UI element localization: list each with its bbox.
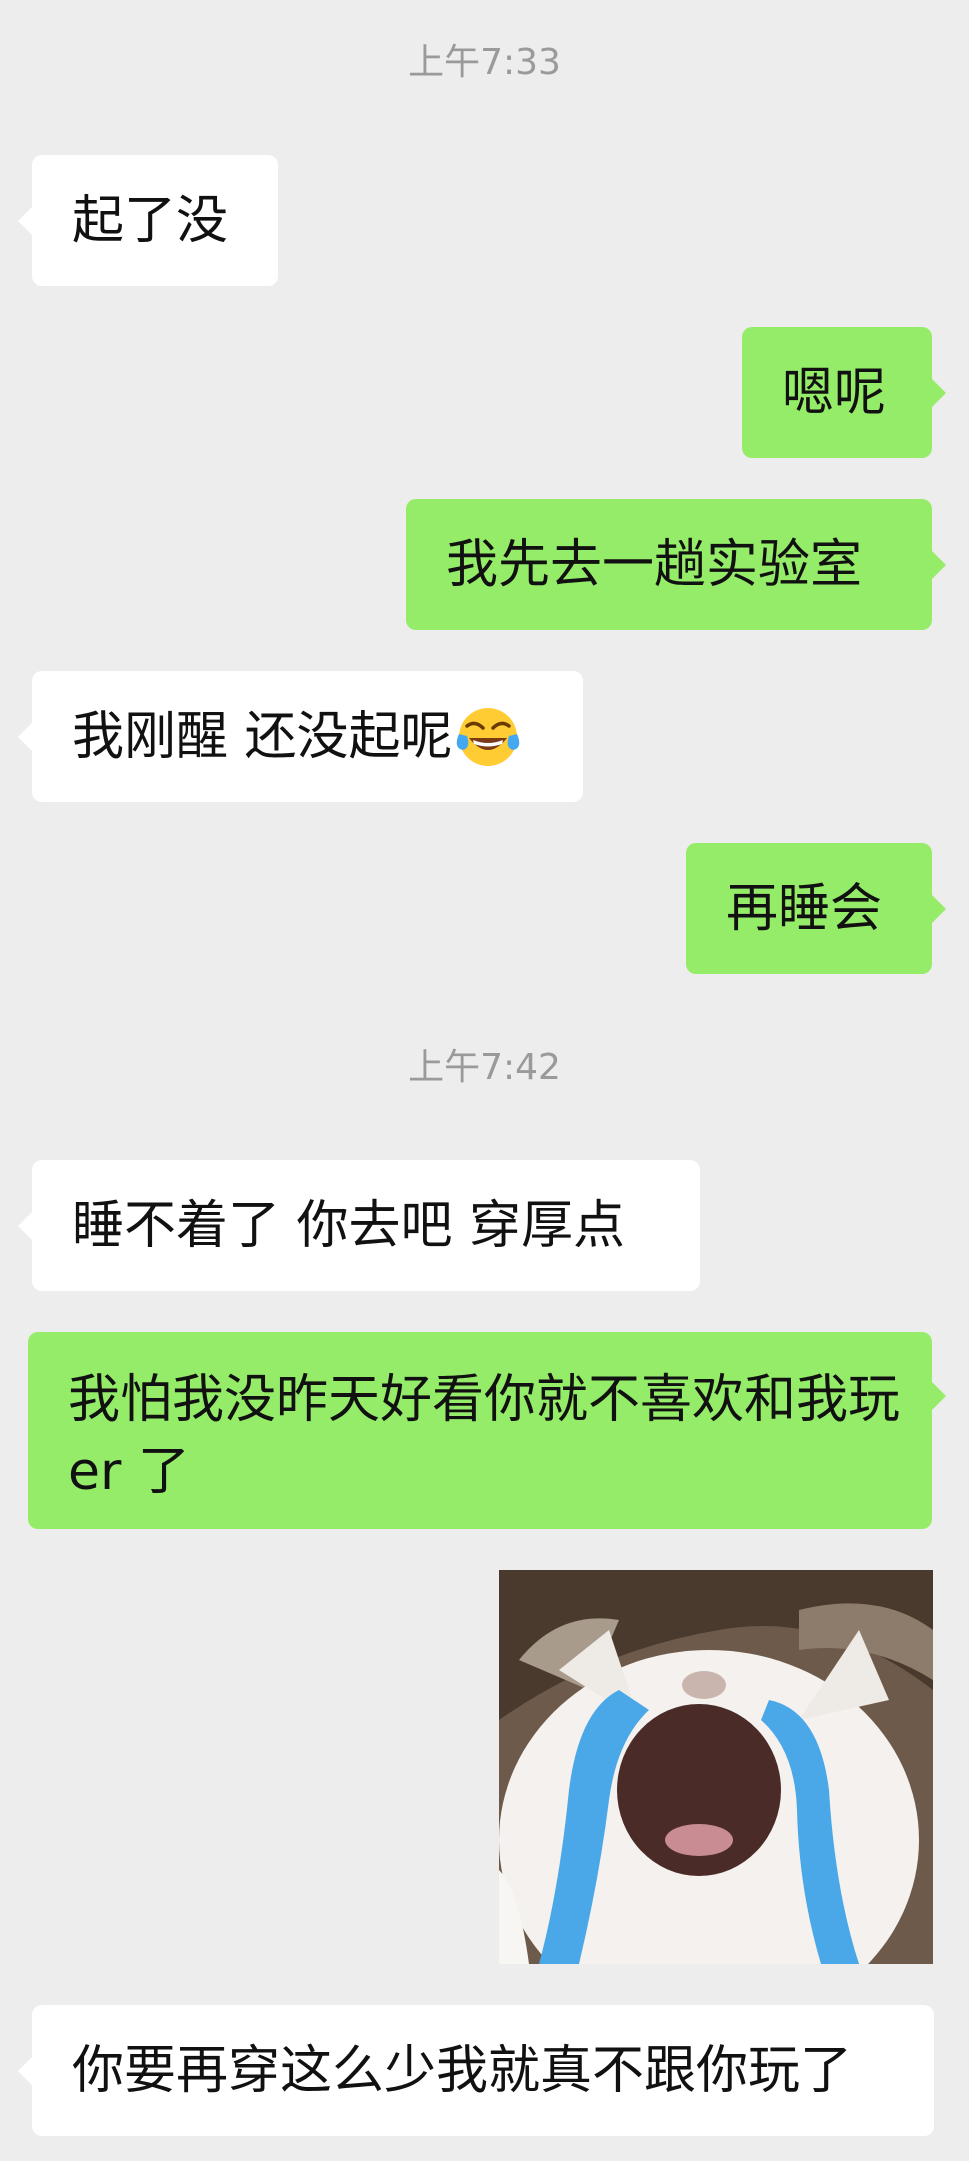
outgoing-message-bubble[interactable]: 再睡会	[686, 843, 946, 974]
outgoing-message-bubble[interactable]: 我先去一趟实验室	[406, 499, 946, 630]
timestamp: 上午7:33	[408, 42, 561, 83]
incoming-message-bubble[interactable]: 睡不着了 你去吧 穿厚点	[18, 1160, 700, 1291]
outgoing-message-bubble[interactable]: 嗯呢	[742, 327, 946, 458]
timestamp: 上午7:42	[408, 1047, 561, 1088]
tears-of-joy-emoji-icon	[455, 704, 521, 770]
outgoing-message-bubble[interactable]: 我怕我没昨天好看你就不喜欢和我玩 er 了	[28, 1332, 946, 1529]
message-text: 起了没	[72, 190, 229, 251]
crying-cat-sticker-image	[499, 1570, 933, 1964]
message-text: 嗯呢	[782, 362, 887, 423]
incoming-message-bubble[interactable]: 你要再穿这么少我就真不跟你玩了	[18, 2005, 934, 2136]
crying-cat-sticker[interactable]	[499, 1570, 933, 1964]
message-text: 我先去一趟实验室	[446, 534, 863, 595]
message-text: 睡不着了 你去吧 穿厚点	[72, 1195, 626, 1256]
incoming-message-bubble[interactable]: 我刚醒 还没起呢	[18, 671, 583, 802]
message-text: 再睡会	[726, 878, 883, 939]
message-text: 我怕我没昨天好看你就不喜欢和我玩 er 了	[68, 1370, 901, 1502]
message-text: 我刚醒 还没起呢	[72, 706, 453, 767]
message-text: 你要再穿这么少我就真不跟你玩了	[72, 2040, 853, 2101]
incoming-message-bubble[interactable]: 起了没	[18, 155, 278, 286]
